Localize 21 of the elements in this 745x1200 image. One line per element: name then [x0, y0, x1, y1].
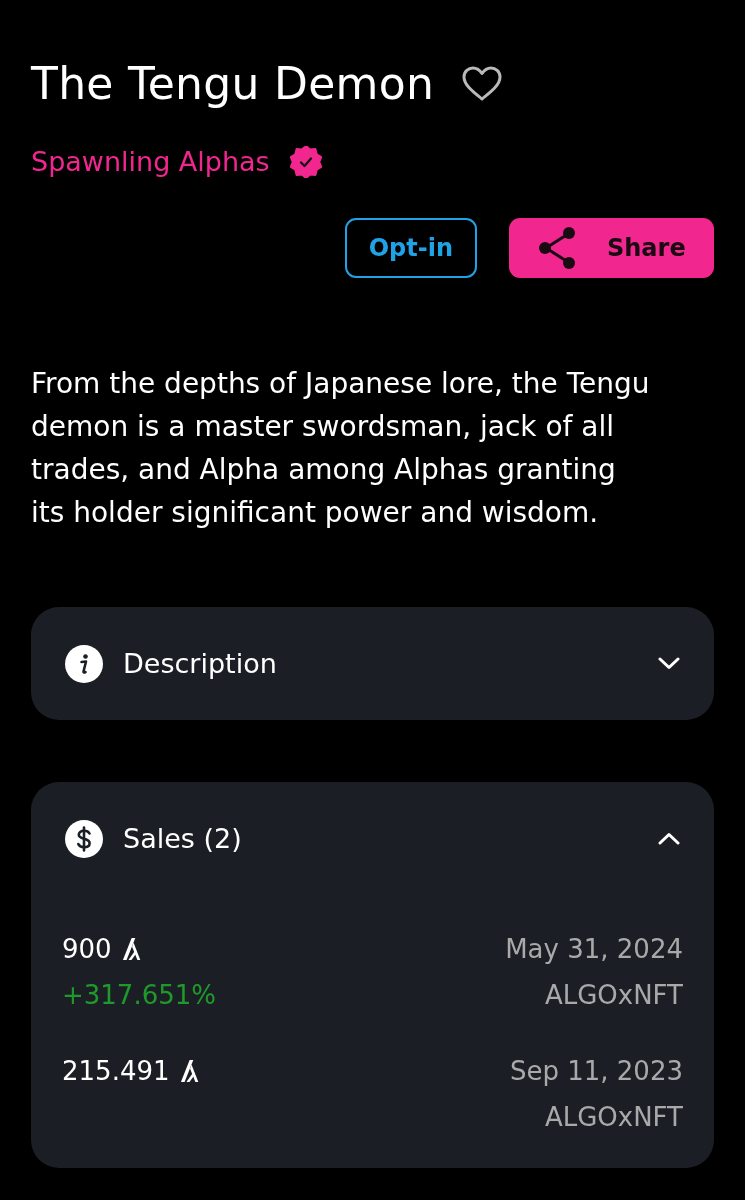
- info-icon: [65, 644, 103, 683]
- chevron-icon: [658, 832, 680, 845]
- marketplace-name: ALGOxNFT: [544, 1101, 683, 1134]
- marketplace-name: ALGOxNFT: [544, 979, 683, 1012]
- accordion-header[interactable]: Sales (2): [31, 782, 714, 895]
- collection-link[interactable]: Spawnling Alphas: [31, 144, 270, 180]
- opt-in-button[interactable]: Opt-in: [344, 218, 477, 278]
- accordion-header[interactable]: Description: [31, 607, 714, 720]
- price-change: +317.651%: [62, 979, 216, 1012]
- item-title: The Tengu Demon: [31, 57, 435, 111]
- share-icon: [537, 227, 577, 269]
- sale-price: 215.491: [62, 1055, 170, 1088]
- sale-price: 900: [62, 933, 112, 966]
- sale-date: May 31, 2024: [505, 933, 683, 966]
- favorite-button[interactable]: [462, 66, 503, 102]
- item-summary: From the depths of Japanese lore, the Tengu demon is a master swordsman, jack of all trades, and Alpha among Alphas granting its holder significant power and wisdom.: [31, 366, 651, 531]
- dollar-icon: [65, 819, 103, 858]
- share-button[interactable]: Share: [509, 218, 714, 278]
- sale-date: Sep 11, 2023: [509, 1055, 683, 1088]
- chevron-icon: [658, 657, 680, 670]
- heart-icon: [462, 66, 503, 102]
